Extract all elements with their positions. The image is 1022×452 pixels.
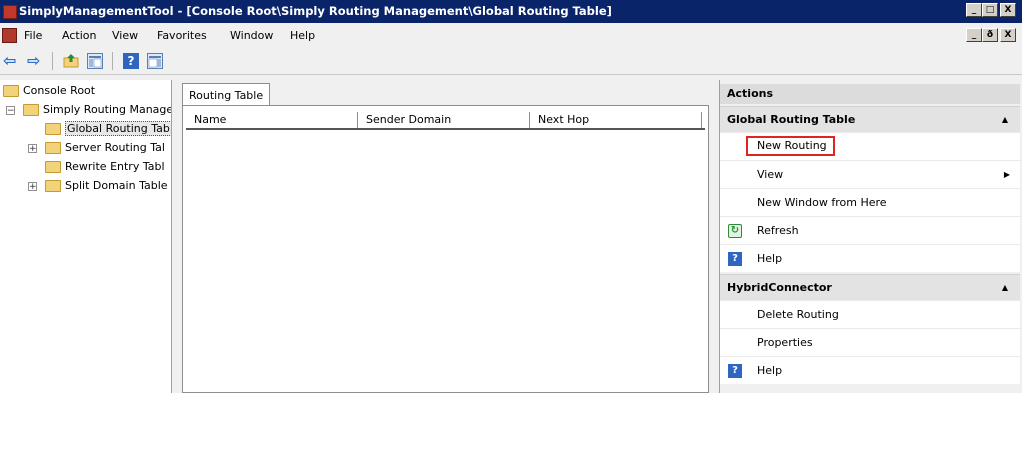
action-new-window-from-here[interactable]: New Window from Here <box>720 188 1020 216</box>
toolbar-separator <box>52 52 53 70</box>
column-header-next-hop[interactable]: Next Hop <box>530 112 702 128</box>
actions-pane: Actions Global Routing Table ▲ New Routi… <box>719 80 1022 393</box>
menu-help[interactable]: Help <box>290 29 315 42</box>
expand-toggle-icon[interactable]: + <box>28 144 37 154</box>
toolbar-separator <box>112 52 113 70</box>
minimize-button[interactable]: _ <box>966 3 982 17</box>
new-routing-highlight: New Routing <box>746 136 835 156</box>
child-restore-button[interactable]: ð <box>982 28 998 42</box>
collapse-caret-icon[interactable]: ▲ <box>1002 275 1008 301</box>
action-pane-icon[interactable] <box>147 53 163 69</box>
folder-icon <box>45 142 61 154</box>
help-icon: ? <box>728 364 742 378</box>
column-header-name[interactable]: Name <box>186 112 358 128</box>
console-tree: Console Root − Simply Routing Manage Glo… <box>0 80 172 393</box>
actions-header: Actions <box>720 84 1020 104</box>
action-help-global[interactable]: ? Help <box>720 244 1020 272</box>
tree-node-simply-routing-management[interactable]: Simply Routing Manage <box>23 102 171 118</box>
tree-node-console-root[interactable]: Console Root <box>3 83 95 99</box>
folder-icon <box>45 123 61 135</box>
menu-bar: File Action View Favorites Window Help _… <box>0 23 1022 47</box>
action-help-hybrid[interactable]: ? Help <box>720 356 1020 384</box>
back-arrow-icon[interactable]: ⇦ <box>3 53 19 69</box>
close-button[interactable]: X <box>1000 3 1016 17</box>
column-header-sender-domain[interactable]: Sender Domain <box>358 112 530 128</box>
action-delete-routing[interactable]: Delete Routing <box>720 300 1020 328</box>
action-group-hybridconnector[interactable]: HybridConnector ▲ <box>720 274 1020 300</box>
child-window-controls: _ ð X <box>966 28 1016 42</box>
folder-icon <box>45 161 61 173</box>
menu-favorites[interactable]: Favorites <box>157 29 207 42</box>
title-bar: SimplyManagementTool - [Console Root\Sim… <box>0 0 1022 23</box>
tree-node-server-routing-table[interactable]: Server Routing Tal <box>45 140 165 156</box>
results-pane: Routing Table Name Sender Domain Next Ho… <box>178 80 713 393</box>
menu-action[interactable]: Action <box>62 29 96 42</box>
app-icon <box>3 5 17 19</box>
window-controls: _ □ X <box>966 3 1016 17</box>
collapse-caret-icon[interactable]: ▲ <box>1002 107 1008 133</box>
routing-list-view[interactable]: Name Sender Domain Next Hop <box>182 105 709 393</box>
show-hide-tree-icon[interactable] <box>87 53 103 69</box>
tree-node-rewrite-entry-table[interactable]: Rewrite Entry Tabl <box>45 159 165 175</box>
folder-icon <box>45 180 61 192</box>
submenu-arrow-icon: ▶ <box>1003 170 1010 179</box>
help-icon: ? <box>728 252 742 266</box>
mmc-window: SimplyManagementTool - [Console Root\Sim… <box>0 0 1022 393</box>
tree-node-split-domain-table[interactable]: Split Domain Table <box>45 178 168 194</box>
column-header-row: Name Sender Domain Next Hop <box>186 112 705 130</box>
toolbar: ⇦ ⇨ ? <box>0 47 1022 75</box>
menu-window[interactable]: Window <box>230 29 273 42</box>
forward-arrow-icon[interactable]: ⇨ <box>27 53 43 69</box>
child-close-button[interactable]: X <box>1000 28 1016 42</box>
menu-file[interactable]: File <box>24 29 42 42</box>
action-new-routing[interactable]: New Routing <box>720 132 1020 160</box>
refresh-icon: ↻ <box>728 224 742 238</box>
up-folder-icon[interactable] <box>63 53 79 69</box>
menu-view[interactable]: View <box>112 29 138 42</box>
action-refresh[interactable]: ↻ Refresh <box>720 216 1020 244</box>
child-minimize-button[interactable]: _ <box>966 28 982 42</box>
tree-node-global-routing-table[interactable]: Global Routing Tab <box>45 121 171 137</box>
folder-icon <box>23 104 39 116</box>
maximize-button[interactable]: □ <box>982 3 998 17</box>
folder-icon <box>3 85 19 97</box>
action-group-global-routing-table[interactable]: Global Routing Table ▲ <box>720 106 1020 132</box>
expand-toggle-icon[interactable]: + <box>28 182 37 192</box>
help-icon[interactable]: ? <box>123 53 139 69</box>
action-view[interactable]: View ▶ <box>720 160 1020 188</box>
window-title: SimplyManagementTool - [Console Root\Sim… <box>19 4 612 18</box>
collapse-toggle-icon[interactable]: − <box>6 106 15 116</box>
action-properties[interactable]: Properties <box>720 328 1020 356</box>
tab-routing-table[interactable]: Routing Table <box>182 83 270 105</box>
console-doc-icon[interactable] <box>2 28 17 43</box>
